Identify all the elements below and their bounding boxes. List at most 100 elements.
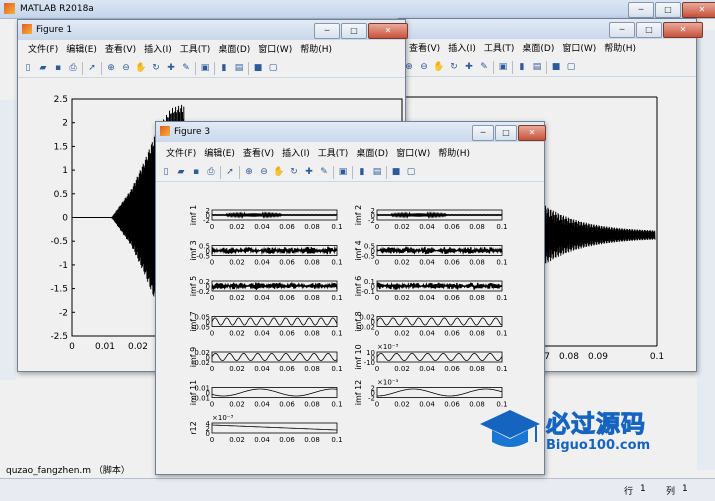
rotate-icon[interactable]: ↻ — [448, 61, 460, 73]
figure-3-close-button[interactable]: ✕ — [518, 125, 546, 141]
menu-item[interactable]: 帮助(H) — [600, 41, 640, 57]
col-value: 1 — [682, 484, 688, 494]
menu-file[interactable]: 文件(F) — [24, 42, 62, 58]
imf-label: r12 — [189, 421, 198, 434]
save-icon[interactable]: ▪ — [52, 62, 64, 74]
minimize-button[interactable]: ─ — [628, 2, 654, 18]
zoom-in-icon[interactable]: ⊕ — [105, 62, 117, 74]
open-file-icon[interactable]: ▰ — [37, 62, 49, 74]
pan-icon[interactable]: ✋ — [273, 166, 285, 178]
zoom-out-icon[interactable]: ⊖ — [258, 166, 270, 178]
zoom-out-icon[interactable]: ⊖ — [120, 62, 132, 74]
show-plot-tools-icon[interactable]: ▢ — [405, 166, 417, 178]
imf-x-tick-label: 0.02 — [229, 436, 245, 444]
imf-x-tick-label: 0.06 — [279, 330, 295, 338]
hide-plot-tools-icon[interactable]: ■ — [252, 62, 264, 74]
pan-icon[interactable]: ✋ — [433, 61, 445, 73]
maximize-button[interactable]: □ — [655, 2, 681, 18]
figure-1-maximize-button[interactable]: □ — [341, 23, 367, 39]
menu-item[interactable]: 工具(T) — [480, 41, 519, 57]
y-tick-label: -2 — [59, 308, 68, 318]
new-figure-icon[interactable]: ▯ — [160, 166, 172, 178]
brush-icon[interactable]: ✎ — [180, 62, 192, 74]
close-button[interactable]: ✕ — [682, 2, 715, 18]
pan-icon[interactable]: ✋ — [135, 62, 147, 74]
x-tick-label: 0.1 — [650, 352, 664, 362]
figure-2-minimize-button[interactable]: ─ — [609, 22, 635, 38]
data-cursor-icon[interactable]: ✚ — [165, 62, 177, 74]
figure-2-maximize-button[interactable]: □ — [636, 22, 662, 38]
data-cursor-icon[interactable]: ✚ — [303, 166, 315, 178]
menu-insert[interactable]: 插入(I) — [140, 42, 176, 58]
rotate-icon[interactable]: ↻ — [288, 166, 300, 178]
brush-icon[interactable]: ✎ — [478, 61, 490, 73]
figure-1-close-button[interactable]: ✕ — [368, 23, 408, 39]
zoom-in-icon[interactable]: ⊕ — [243, 166, 255, 178]
menu-item[interactable]: 查看(V) — [405, 41, 444, 57]
figure-1-minimize-button[interactable]: ─ — [314, 23, 340, 39]
x-tick-label: 0 — [69, 342, 75, 352]
menu-help[interactable]: 帮助(H) — [434, 146, 474, 162]
menu-desktop[interactable]: 桌面(D) — [214, 42, 254, 58]
save-icon[interactable]: ▪ — [190, 166, 202, 178]
figure-3-title-bar: Figure 3 ─ □ ✕ — [156, 122, 546, 142]
imf-y-tick-label: -0.5 — [361, 253, 375, 261]
menu-edit[interactable]: 编辑(E) — [200, 146, 239, 162]
rotate-icon[interactable]: ↻ — [150, 62, 162, 74]
imf-x-tick-label: 0.04 — [419, 259, 435, 267]
menu-help[interactable]: 帮助(H) — [296, 42, 336, 58]
colorbar-icon[interactable]: ▮ — [356, 166, 368, 178]
menu-item[interactable]: 桌面(D) — [518, 41, 558, 57]
menu-desktop[interactable]: 桌面(D) — [352, 146, 392, 162]
imf-x-tick-label: 0.02 — [229, 223, 245, 231]
figure-3-maximize-button[interactable]: □ — [495, 125, 517, 141]
graduation-cap-logo-icon — [480, 410, 540, 447]
imf-exponent-label: ×10⁻³ — [377, 379, 398, 387]
imf-subplot: imf 70.050-0.050 0.02 0.04 0.06 0.08 0.1 — [189, 311, 343, 337]
show-plot-tools-icon[interactable]: ▢ — [267, 62, 279, 74]
imf-x-tick-label: 0.1 — [331, 259, 342, 267]
legend-icon[interactable]: ▤ — [371, 166, 383, 178]
legend-icon[interactable]: ▤ — [233, 62, 245, 74]
link-icon[interactable]: ▣ — [497, 61, 509, 73]
colorbar-icon[interactable]: ▮ — [516, 61, 528, 73]
y-tick-labels: 2.5 2 1.5 1 0.5 0 -0.5 -1 -1.5 -2 -2.5 — [50, 95, 75, 342]
watermark-url: Biguo100.com — [546, 438, 651, 453]
imf-x-tick-label: 0.06 — [444, 259, 460, 267]
menu-item[interactable]: 窗口(W) — [558, 41, 600, 57]
menu-item[interactable]: 插入(I) — [444, 41, 480, 57]
open-file-icon[interactable]: ▰ — [175, 166, 187, 178]
legend-icon[interactable]: ▤ — [531, 61, 543, 73]
link-icon[interactable]: ▣ — [337, 166, 349, 178]
hide-plot-tools-icon[interactable]: ■ — [390, 166, 402, 178]
show-plot-tools-icon[interactable]: ▢ — [565, 61, 577, 73]
hide-plot-tools-icon[interactable]: ■ — [550, 61, 562, 73]
zoom-out-icon[interactable]: ⊖ — [418, 61, 430, 73]
print-icon[interactable]: ⎙ — [205, 166, 217, 178]
new-figure-icon[interactable]: ▯ — [22, 62, 34, 74]
imf-x-tick-label: 0.02 — [394, 223, 410, 231]
select-arrow-icon[interactable]: ➚ — [224, 166, 236, 178]
menu-view[interactable]: 查看(V) — [239, 146, 278, 162]
data-cursor-icon[interactable]: ✚ — [463, 61, 475, 73]
figure-2-close-button[interactable]: ✕ — [663, 22, 703, 38]
imf-subplot: imf 110.010-0.010 0.02 0.04 0.06 0.08 0.1 — [189, 380, 343, 409]
print-icon[interactable]: ⎙ — [67, 62, 79, 74]
imf-x-tick-label: 0.02 — [394, 365, 410, 373]
menu-window[interactable]: 窗口(W) — [392, 146, 434, 162]
menu-window[interactable]: 窗口(W) — [254, 42, 296, 58]
brush-icon[interactable]: ✎ — [318, 166, 330, 178]
imf-y-tick-label: -0.02 — [192, 359, 210, 367]
status-bar: quzao_fangzhen.m （脚本） 行 1 列 1 — [0, 466, 715, 501]
menu-file[interactable]: 文件(F) — [162, 146, 200, 162]
menu-edit[interactable]: 编辑(E) — [62, 42, 101, 58]
link-icon[interactable]: ▣ — [199, 62, 211, 74]
select-arrow-icon[interactable]: ➚ — [86, 62, 98, 74]
figure-1-title: Figure 1 — [36, 25, 73, 35]
menu-tools[interactable]: 工具(T) — [176, 42, 215, 58]
figure-3-minimize-button[interactable]: ─ — [472, 125, 494, 141]
menu-insert[interactable]: 插入(I) — [278, 146, 314, 162]
colorbar-icon[interactable]: ▮ — [218, 62, 230, 74]
menu-view[interactable]: 查看(V) — [101, 42, 140, 58]
menu-tools[interactable]: 工具(T) — [314, 146, 353, 162]
